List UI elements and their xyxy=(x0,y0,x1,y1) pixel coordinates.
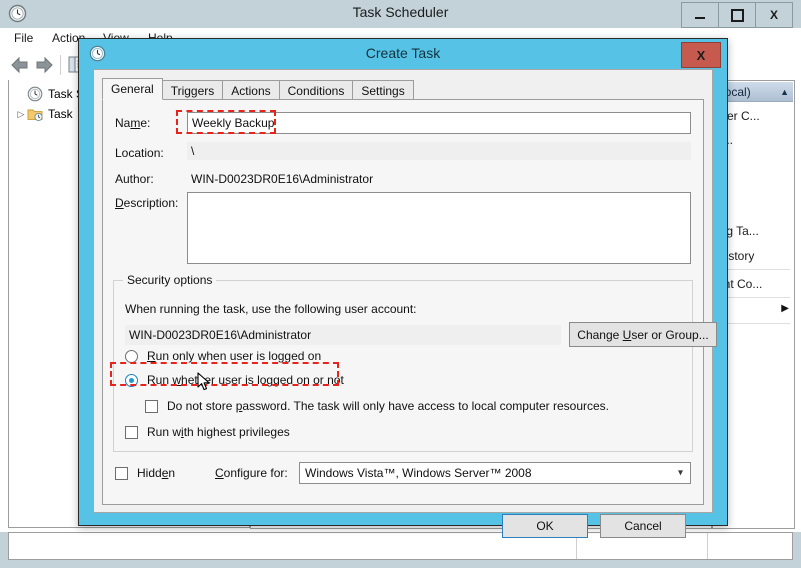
chevron-up-icon[interactable]: ▲ xyxy=(780,87,789,97)
status-cell-right xyxy=(708,533,792,559)
description-input[interactable] xyxy=(187,192,691,264)
configure-for-select[interactable]: Windows Vista™, Windows Server™ 2008 ▾ xyxy=(299,462,691,484)
name-input[interactable]: Weekly Backup xyxy=(187,112,691,134)
task-scheduler-titlebar: Task Scheduler X xyxy=(0,0,801,28)
play-arrow-icon[interactable]: ▶ xyxy=(781,303,789,314)
checkbox-do-not-store-password-label[interactable]: Do not store password. The task will onl… xyxy=(167,399,609,413)
cancel-button[interactable]: Cancel xyxy=(600,514,686,538)
configure-for-label: Configure for: xyxy=(215,466,288,480)
location-label: Location: xyxy=(115,146,164,160)
screen-root: Task Scheduler X File Action View Help xyxy=(0,0,801,568)
radio-run-whether-logged-on-or-not[interactable] xyxy=(125,374,138,387)
tab-settings[interactable]: Settings xyxy=(352,80,414,100)
window-controls: X xyxy=(681,2,793,28)
configure-for-value: Windows Vista™, Windows Server™ 2008 xyxy=(305,466,532,480)
dialog-titlebar: Create Task X xyxy=(79,39,727,69)
author-value: WIN-D0023DR0E16\Administrator xyxy=(191,172,374,186)
tree-item-task-scheduler-library[interactable]: ▷ Task xyxy=(15,106,73,122)
close-button[interactable]: X xyxy=(755,2,793,28)
general-tab-panel: Name: Weekly Backup Location: \ Author: … xyxy=(102,99,717,505)
ok-button[interactable]: OK xyxy=(502,514,588,538)
tab-triggers[interactable]: Triggers xyxy=(161,80,224,100)
checkbox-run-with-highest-privileges[interactable] xyxy=(125,426,138,439)
tab-actions[interactable]: Actions xyxy=(222,80,280,100)
forward-arrow-icon[interactable] xyxy=(34,56,54,77)
chevron-right-icon[interactable]: ▷ xyxy=(15,109,27,120)
dialog-client-area: General Triggers Actions Conditions Sett… xyxy=(93,69,717,538)
menu-item-file[interactable]: File xyxy=(14,31,33,45)
create-task-dialog: Create Task X General Triggers Actions C… xyxy=(78,38,728,538)
folder-task-icon xyxy=(27,106,43,122)
change-user-or-group-label: Change User or Group... xyxy=(577,327,709,342)
minimize-button[interactable] xyxy=(681,2,719,28)
checkbox-hidden-label[interactable]: Hidden xyxy=(137,466,175,480)
author-label: Author: xyxy=(115,172,154,186)
tab-conditions[interactable]: Conditions xyxy=(278,80,354,100)
checkbox-run-with-highest-privileges-label[interactable]: Run with highest privileges xyxy=(147,425,290,439)
dialog-tabstrip: General Triggers Actions Conditions Sett… xyxy=(102,78,414,100)
description-label: Description: xyxy=(115,196,179,210)
name-label: Name: xyxy=(115,116,151,130)
status-cell-main xyxy=(9,533,577,559)
account-prompt: When running the task, use the following… xyxy=(125,302,417,316)
user-account-value: WIN-D0023DR0E16\Administrator xyxy=(125,325,561,345)
location-value: \ xyxy=(187,142,691,160)
maximize-button[interactable] xyxy=(718,2,756,28)
clock-icon xyxy=(27,86,43,102)
radio-run-only-when-logged-on[interactable] xyxy=(125,350,138,363)
back-arrow-icon[interactable] xyxy=(10,56,30,77)
change-user-or-group-button[interactable]: Change User or Group... xyxy=(569,322,717,347)
tab-general[interactable]: General xyxy=(102,78,163,100)
checkbox-do-not-store-password[interactable] xyxy=(145,400,158,413)
dialog-title: Create Task xyxy=(365,45,441,61)
checkbox-hidden[interactable] xyxy=(115,467,128,480)
chevron-down-icon[interactable]: ▾ xyxy=(678,468,683,479)
radio-run-only-when-logged-on-label[interactable]: Run only when user is logged on xyxy=(147,349,321,363)
radio-run-whether-logged-on-or-not-label[interactable]: Run whether user is logged on or not xyxy=(147,373,344,387)
dialog-close-button[interactable]: X xyxy=(681,42,721,68)
security-options-title: Security options xyxy=(123,273,217,287)
tree-item-label: Task xyxy=(48,107,73,121)
